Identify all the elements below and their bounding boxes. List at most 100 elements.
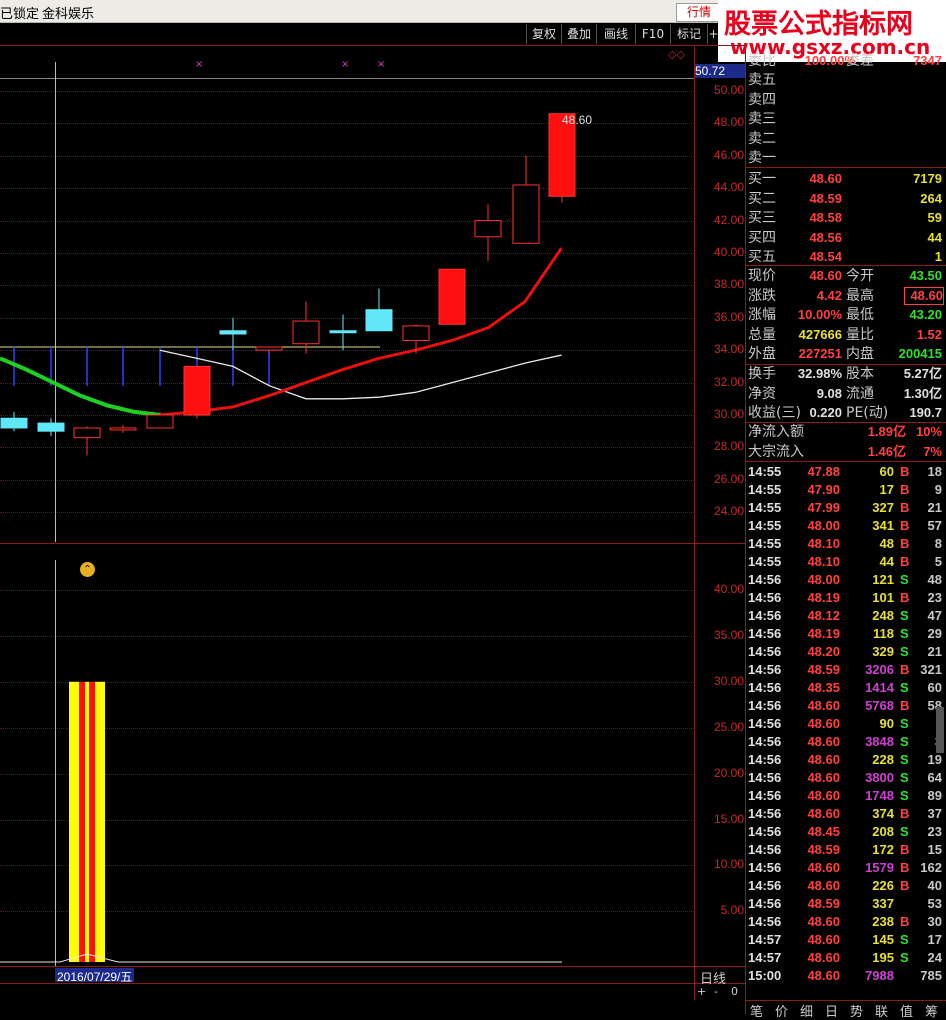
f10-button[interactable]: F10 [635, 24, 670, 44]
tick-row: 14:57 48.60 195 S 24 [746, 949, 946, 967]
tick-side: B [900, 536, 910, 551]
tick-time: 14:56 [748, 788, 782, 803]
tick-row: 14:55 48.00 341 B 57 [746, 517, 946, 535]
ma-green-line [0, 356, 161, 417]
divider [746, 167, 946, 168]
high-price-value: 48.60 [562, 113, 593, 127]
volume-tick-label: 25.00 [713, 719, 744, 734]
tick-row: 14:56 48.60 1579 B 162 [746, 859, 946, 877]
buy-level-volume: 59 [927, 210, 942, 225]
tick-side: S [900, 734, 909, 749]
bottom-tab[interactable]: 筹 [925, 1001, 938, 1020]
buy-level-row: 买五 48.54 1 [746, 248, 944, 266]
bottom-tab[interactable]: 联 [875, 1001, 888, 1020]
tick-count: 15 [927, 842, 942, 857]
tick-side: S [900, 788, 909, 803]
price-tick-label: 40.00 [713, 245, 744, 259]
price-tick-label: 36.00 [713, 309, 744, 324]
divider [746, 265, 946, 266]
stat-value: 200415 [898, 346, 942, 361]
bottom-tab[interactable]: 价 [775, 1001, 788, 1020]
buy-level-price: 48.56 [809, 229, 842, 245]
buy-level-row: 买二 48.59 264 [746, 190, 944, 208]
bottom-tab[interactable]: 细 [800, 1001, 813, 1020]
stat-value: 43.20 [909, 307, 942, 322]
stat-label: 内盘 [846, 346, 874, 362]
tick-price: 48.59 [807, 896, 840, 911]
tick-row: 14:57 48.60 145 S 17 [746, 931, 946, 949]
tick-count: 57 [927, 518, 942, 533]
tick-side: B [900, 590, 910, 605]
stat-value: 48.60 [904, 286, 944, 305]
candle-body [292, 320, 320, 345]
draw-line-button[interactable]: 画线 [596, 24, 635, 44]
buy-level-label: 买五 [748, 249, 776, 265]
tick-price: 48.45 [807, 824, 840, 839]
restore-rights-button[interactable]: 复权 [526, 24, 561, 44]
tick-time: 14:56 [748, 644, 782, 659]
indicator-chart[interactable] [0, 544, 694, 966]
locked-label[interactable]: 已锁定 [0, 3, 39, 22]
zoom-out-button[interactable]: - [714, 985, 718, 998]
quote-panel: 委比 100.00% 委差 7347 卖五 卖四 卖三 卖二 卖一 买一 48.60 717… [746, 50, 946, 1014]
mark-button[interactable]: 标记 [670, 24, 707, 44]
signal-marker: × [377, 59, 386, 70]
tick-row: 14:56 48.35 1414 S 60 [746, 679, 946, 697]
stat-label: 最低 [846, 307, 874, 323]
bottom-tab[interactable]: 笔 [750, 1001, 763, 1020]
tick-price: 48.59 [807, 662, 840, 677]
sell-level-row: 卖五 [746, 71, 944, 89]
tick-time: 14:56 [748, 806, 782, 821]
volume-tick-label: 5.00 [720, 903, 744, 918]
tick-count: 48 [927, 572, 942, 587]
tick-scrollbar[interactable] [936, 707, 944, 753]
tick-row: 14:56 48.60 5768 B 58 [746, 697, 946, 715]
divider [746, 461, 946, 462]
bottom-tab[interactable]: 势 [850, 1001, 863, 1020]
tick-row: 14:56 48.60 238 B 30 [746, 913, 946, 931]
tick-count: 53 [927, 896, 942, 911]
flow-row: 净流入额 1.89亿 10% [746, 423, 944, 441]
tick-price: 48.60 [807, 878, 840, 893]
tick-time: 14:56 [748, 770, 782, 785]
tick-time: 14:57 [748, 950, 782, 965]
market-tab[interactable]: 行情 [676, 3, 722, 22]
tick-volume: 101 [872, 590, 894, 605]
overlay-button[interactable]: 叠加 [561, 24, 596, 44]
add-button[interactable]: + [707, 24, 719, 44]
indicator-bar [69, 681, 79, 962]
sell-level-label: 卖三 [748, 111, 776, 127]
zoom-in-button[interactable]: + [697, 985, 706, 998]
tick-volume: 238 [872, 914, 894, 929]
tick-side: S [900, 608, 909, 623]
date-label: 2016/07/29/五 [55, 968, 135, 984]
bottom-tab[interactable]: 值 [900, 1001, 913, 1020]
flow-value: 1.46亿 [867, 443, 906, 459]
buy-level-label: 买四 [748, 229, 776, 246]
tick-volume: 145 [872, 932, 894, 947]
stat-value: 5.27亿 [903, 366, 942, 381]
candle-body [73, 427, 101, 439]
tick-price: 47.90 [807, 482, 840, 497]
tick-side: B [900, 500, 910, 515]
bottom-tab[interactable]: 日 [825, 1001, 838, 1020]
tick-time: 14:56 [748, 626, 782, 641]
price-tick-label: 48.00 [713, 115, 744, 130]
stat-value: 4.42 [816, 287, 842, 303]
tick-price: 48.00 [807, 518, 840, 533]
tick-side: B [900, 554, 910, 569]
tick-price: 48.60 [807, 914, 840, 929]
high-price-label: 48.60 [562, 113, 592, 127]
candle-body [0, 417, 28, 429]
up-arrow-icon[interactable]: ⌃ [80, 562, 95, 577]
candle-body [365, 309, 393, 332]
tick-time: 14:56 [748, 608, 782, 623]
tick-count: 40 [927, 878, 942, 893]
buy-level-row: 买四 48.56 44 [746, 229, 944, 247]
divider [746, 364, 946, 365]
buy-level-row: 买一 48.60 7179 [746, 170, 944, 188]
stat-label: 今开 [846, 268, 874, 284]
tick-time: 14:56 [748, 914, 782, 929]
app-name-menu[interactable]: 金科娱乐 [42, 3, 94, 22]
zoom-reset-button[interactable]: 0 [731, 985, 738, 998]
